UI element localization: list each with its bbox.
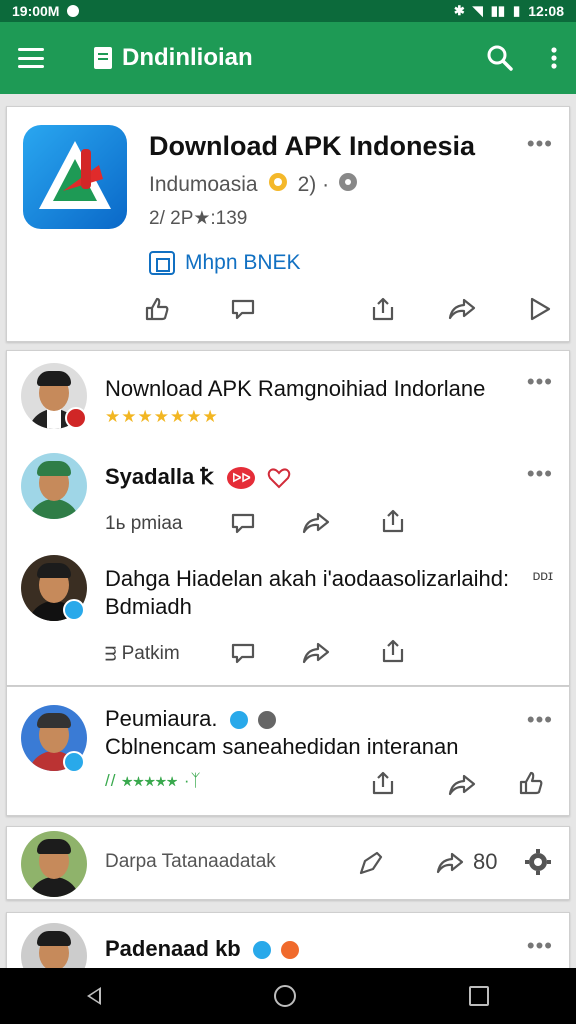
forward-icon[interactable] [447, 295, 477, 328]
post-more-icon[interactable]: ••• [527, 371, 553, 393]
forward-icon[interactable] [447, 771, 477, 804]
install-icon [149, 251, 175, 275]
share-icon[interactable] [379, 637, 407, 670]
app-card-actions [7, 295, 569, 329]
back-icon[interactable] [86, 987, 101, 1005]
app-bar-title-text: Dndinlioian [122, 44, 253, 71]
developer-badge-icon [266, 171, 290, 199]
rating-stars: ★★★★★★★ [105, 407, 219, 426]
author-suffix: ꝁ [200, 464, 214, 489]
post-text-line2-text: Bdmiadh [105, 594, 192, 619]
battery-icon: ▮ [513, 3, 521, 18]
forward-icon[interactable] [301, 639, 331, 672]
post-text-line2[interactable]: Bdmiadh [105, 593, 192, 621]
app-logo-icon [23, 125, 127, 229]
notification-dot-icon [67, 5, 80, 17]
app-bar: Dndinlioian [0, 22, 576, 111]
posts-card: Nownload APK Ramgnoihiad Indorlane ★★★★★… [6, 350, 570, 686]
like-icon[interactable] [143, 295, 171, 328]
comment-icon[interactable] [229, 639, 257, 672]
signal-icon: ▮▮ [490, 3, 506, 18]
forward-icon[interactable] [435, 849, 465, 882]
post-card: Peumiaura. Cblnencam saneahedidan intera… [6, 686, 570, 816]
settings-badge-icon [255, 709, 278, 732]
more-vert-icon[interactable] [550, 46, 558, 70]
rating-stars: // ★★★★★ ·ᛉ [105, 771, 202, 790]
count-label: 80 [473, 849, 498, 874]
post-author[interactable]: Darpa Tatanaadatak [105, 851, 276, 873]
developer-badge-text: 2) · [297, 173, 330, 196]
verified-icon [250, 939, 273, 962]
wifi-icon: ◥ [472, 3, 483, 18]
status-time-right: 12:08 [528, 3, 564, 19]
post-text-line1[interactable]: Dahga Hiadelan akah i'aodaasolizarlaihd: [105, 565, 509, 593]
home-icon[interactable] [273, 985, 296, 1007]
post-title[interactable]: Nownload APK Ramgnoihiad Indorlane [105, 375, 485, 403]
post-card: Darpa Tatanaadatak 80 [6, 826, 570, 900]
bluetooth-icon: ✱ [453, 3, 465, 18]
card-more-icon[interactable]: ••• [527, 133, 553, 155]
avatar[interactable] [21, 831, 87, 897]
share-icon[interactable] [369, 295, 397, 328]
post-author[interactable]: Peumiaura. [105, 705, 278, 733]
like-icon[interactable] [517, 769, 545, 802]
status-time-left: 19:00M [12, 3, 60, 19]
navigation-bar [0, 968, 576, 1024]
share-icon[interactable] [379, 507, 407, 540]
verified-icon [337, 171, 359, 199]
post-author[interactable]: Padenaad kb [105, 935, 301, 963]
heart-icon[interactable] [267, 467, 291, 489]
app-card[interactable]: Download APK Indonesia Indumoasia 2) · 2… [6, 106, 570, 342]
edit-icon[interactable] [355, 849, 385, 884]
post-time: ᴟ Patkim [105, 643, 180, 664]
post-author[interactable]: Syadalla ꝁ ᐅᐅ [105, 463, 291, 491]
reaction-icon [279, 939, 301, 962]
comment-icon[interactable] [229, 295, 257, 328]
share-icon[interactable] [369, 769, 397, 802]
post-more-icon[interactable]: ••• [527, 935, 553, 957]
app-stats: 2/ 2P★:139 [149, 208, 248, 229]
install-label: Mhpn BNEK [185, 251, 301, 274]
post-meta: ᴅᴅɪ [532, 567, 553, 583]
recent-apps-icon[interactable] [469, 986, 490, 1006]
post-more-icon[interactable]: ••• [527, 709, 553, 731]
gear-icon[interactable] [523, 847, 553, 882]
developer-name: Indumoasia [149, 173, 258, 196]
post-text[interactable]: Cblnencam saneahedidan interanan [105, 733, 458, 761]
app-bar-title: Dndinlioian [94, 44, 253, 72]
author-name: Peumiaura. [105, 706, 218, 731]
forward-icon[interactable] [301, 509, 331, 542]
document-icon [94, 47, 112, 69]
menu-icon[interactable] [18, 48, 44, 68]
post-time: 1ь pmiaa [105, 513, 183, 534]
app-name: Download APK Indonesia [149, 131, 476, 161]
app-developer[interactable]: Indumoasia 2) · [149, 171, 359, 199]
author-name: Syadalla [105, 464, 195, 489]
comment-icon[interactable] [229, 509, 257, 542]
author-suffix: kb [215, 936, 241, 961]
verified-badge-icon [63, 751, 85, 773]
search-icon[interactable] [486, 44, 514, 72]
author-name: Padenaad [105, 936, 209, 961]
install-link[interactable]: Mhpn BNEK [149, 251, 301, 275]
avatar[interactable] [21, 453, 87, 519]
status-bar: 19:00M ✱ ◥ ▮▮ ▮ 12:08 [0, 0, 576, 22]
verified-icon [227, 709, 250, 732]
reaction-badge: ᐅᐅ [227, 467, 256, 490]
verified-badge-icon [63, 599, 85, 621]
video-badge-icon [65, 407, 87, 429]
post-more-icon[interactable]: ••• [527, 463, 553, 485]
play-icon[interactable] [527, 295, 553, 328]
